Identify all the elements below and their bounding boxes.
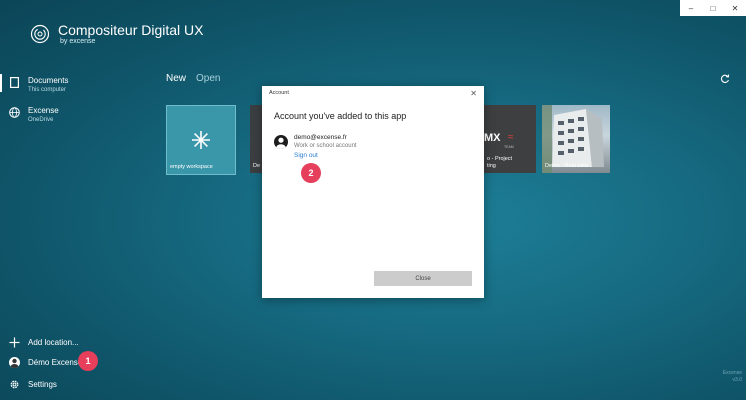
sidebar-item-sublabel: This computer <box>28 87 67 93</box>
sign-out-link[interactable]: Sign out <box>294 151 357 160</box>
tab-new[interactable]: New <box>166 73 186 84</box>
add-location-label: Add location... <box>28 337 79 347</box>
account-type: Work or school account <box>294 143 357 149</box>
sidebar-item-excense[interactable]: Excense OneDrive <box>8 106 59 124</box>
step-badge-2: 2 <box>301 163 321 183</box>
account-avatar-icon <box>274 135 288 149</box>
avatar-icon <box>8 356 20 368</box>
window-controls: – □ ✕ <box>680 0 746 16</box>
settings-button[interactable]: Settings <box>8 378 57 390</box>
close-button[interactable]: Close <box>374 271 472 286</box>
sidebar-item-documents[interactable]: Documents This computer <box>8 76 68 94</box>
logo-mark-icon <box>30 24 50 43</box>
tile-demo-real-estate[interactable]: Demo - Real esta <box>542 105 610 173</box>
tile-logo-text: MX <box>484 132 501 144</box>
user-account-button[interactable]: Démo Excense <box>8 356 82 368</box>
add-location-button[interactable]: Add location... <box>8 336 79 348</box>
close-window-button[interactable]: ✕ <box>724 0 746 16</box>
tile-demo-project[interactable]: MX ≈ TEAM o - Project ting <box>484 105 536 173</box>
minimize-button[interactable]: – <box>680 0 702 16</box>
tile-empty-workspace[interactable]: empty workspace <box>166 105 236 175</box>
watermark-line-2: v3.0 <box>732 377 742 383</box>
dialog-titlebar: Account ✕ <box>262 86 484 100</box>
tile-logo-sub: TEAM <box>504 145 514 149</box>
sidebar-item-label: Excense <box>28 106 59 115</box>
account-dialog: Account ✕ Account you've added to this a… <box>262 86 484 298</box>
app-logo: Compositeur Digital UX by excense <box>30 22 204 45</box>
user-name: Démo Excense <box>28 357 83 367</box>
settings-label: Settings <box>28 379 57 389</box>
watermark: Excense v3.0 <box>723 370 742 384</box>
dialog-window-title: Account <box>269 90 289 96</box>
globe-icon <box>8 106 20 118</box>
dialog-heading: Account you've added to this app <box>274 111 407 121</box>
document-icon <box>8 76 20 88</box>
app-subtitle: by excense <box>60 38 96 45</box>
gear-icon <box>8 378 20 390</box>
tile-label: o - Project ting <box>487 156 513 169</box>
sidebar-item-label: Documents <box>28 76 69 85</box>
maximize-button[interactable]: □ <box>702 0 724 16</box>
account-entry[interactable]: demo@excense.fr Work or school account S… <box>274 134 357 160</box>
refresh-icon[interactable] <box>720 74 730 84</box>
watermark-line-1: Excense <box>722 370 742 376</box>
step-badge-1: 1 <box>78 351 98 371</box>
tile-label: De <box>253 163 261 169</box>
active-indicator <box>0 74 2 92</box>
asterisk-icon <box>192 131 210 149</box>
logo-waves-icon: ≈ <box>508 132 514 143</box>
close-icon[interactable]: ✕ <box>470 89 477 98</box>
plus-icon <box>8 336 20 348</box>
tab-open[interactable]: Open <box>196 73 220 84</box>
tile-label: empty workspace <box>170 164 213 170</box>
account-email: demo@excense.fr <box>294 134 347 141</box>
sidebar-item-sublabel: OneDrive <box>28 117 54 123</box>
tile-label: Demo - Real esta <box>545 163 588 169</box>
app-title: Compositeur Digital UX <box>58 22 204 38</box>
